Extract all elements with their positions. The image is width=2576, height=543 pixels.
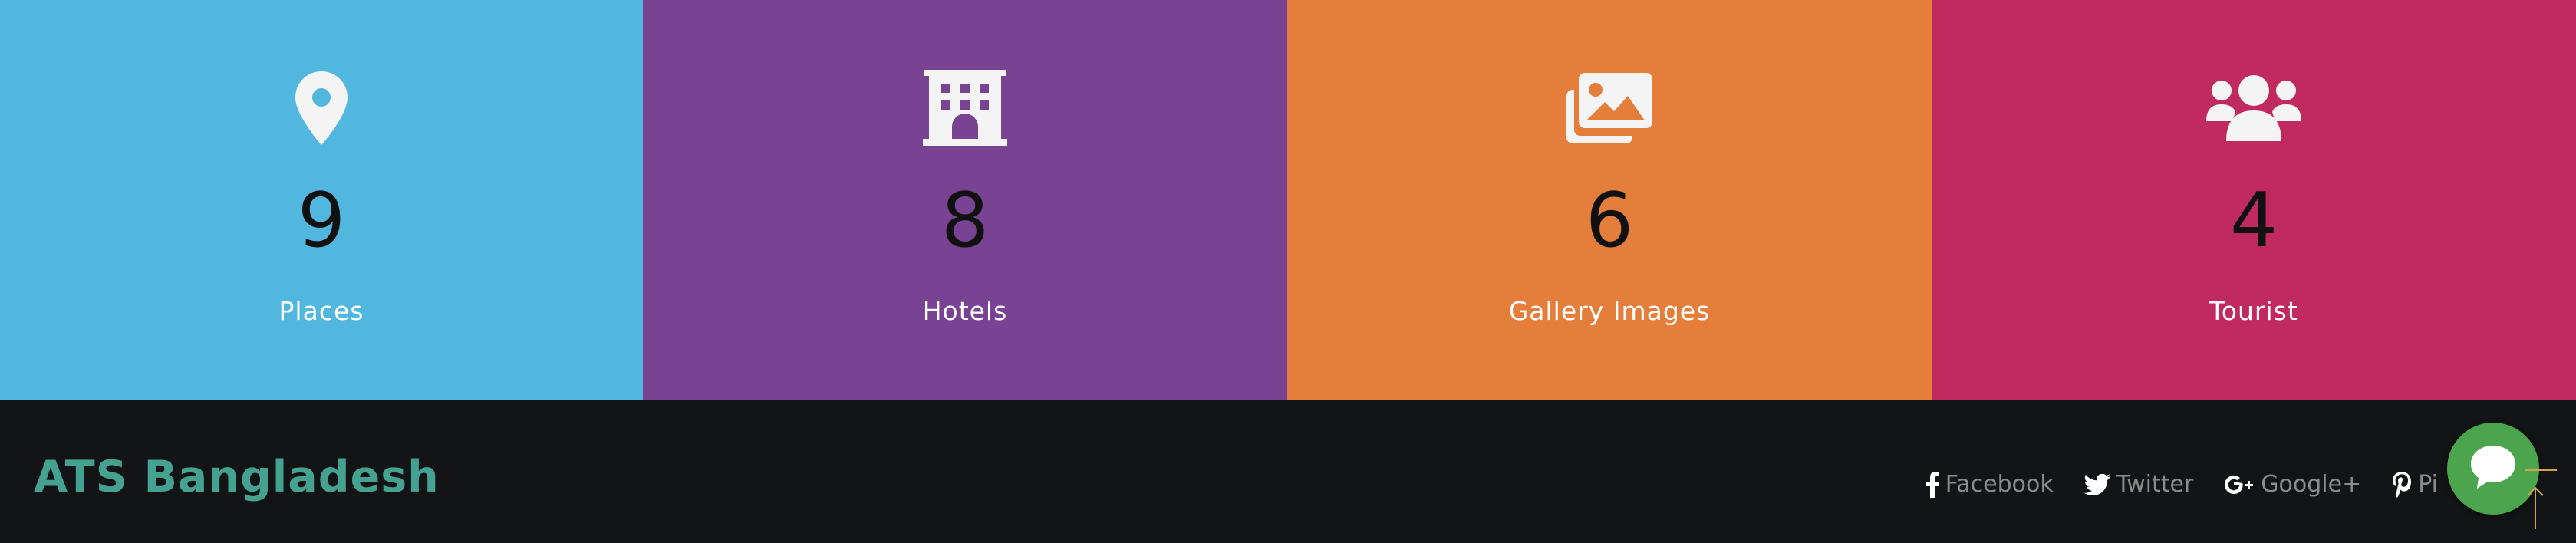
google-plus-icon [2224, 475, 2255, 495]
twitter-link[interactable]: Twitter [2084, 469, 2194, 500]
map-marker-icon [268, 66, 375, 150]
pinterest-link[interactable]: Pi [2392, 469, 2438, 500]
chat-bubble-icon [2469, 444, 2517, 493]
footer-brand[interactable]: ATS Bangladesh [34, 446, 440, 508]
hotels-label: Hotels [922, 296, 1008, 326]
places-count: 9 [297, 177, 346, 265]
stat-tourist: 4 Tourist [1932, 0, 2576, 400]
pinterest-label: Pi [2418, 471, 2438, 498]
stat-places: 9 Places [0, 0, 643, 400]
facebook-icon [1925, 472, 1939, 498]
tourist-count: 4 [2229, 177, 2278, 265]
tourist-label: Tourist [2209, 296, 2298, 326]
stat-hotels: 8 Hotels [643, 0, 1287, 400]
google-plus-link[interactable]: Google+ [2224, 469, 2361, 500]
images-icon [1556, 66, 1663, 150]
building-icon [911, 66, 1019, 150]
scroll-to-top-button[interactable] [2520, 469, 2558, 531]
gallery-count: 6 [1585, 177, 1634, 265]
users-icon [2200, 66, 2308, 150]
hotels-count: 8 [940, 177, 990, 265]
stats-section: 9 Places 8 Hotels 6 Gallery Images 4 Tou… [0, 0, 2576, 400]
twitter-icon [2084, 474, 2110, 495]
arrow-up-icon [2520, 469, 2558, 534]
google-plus-label: Google+ [2261, 471, 2362, 498]
facebook-label: Facebook [1945, 471, 2054, 498]
stat-gallery: 6 Gallery Images [1287, 0, 1932, 400]
gallery-label: Gallery Images [1508, 296, 1711, 326]
facebook-link[interactable]: Facebook [1925, 469, 2054, 500]
twitter-label: Twitter [2116, 471, 2194, 498]
places-label: Places [278, 296, 364, 326]
social-links: Facebook Twitter Google+ Pi [1925, 469, 2438, 500]
pinterest-icon [2392, 472, 2412, 498]
